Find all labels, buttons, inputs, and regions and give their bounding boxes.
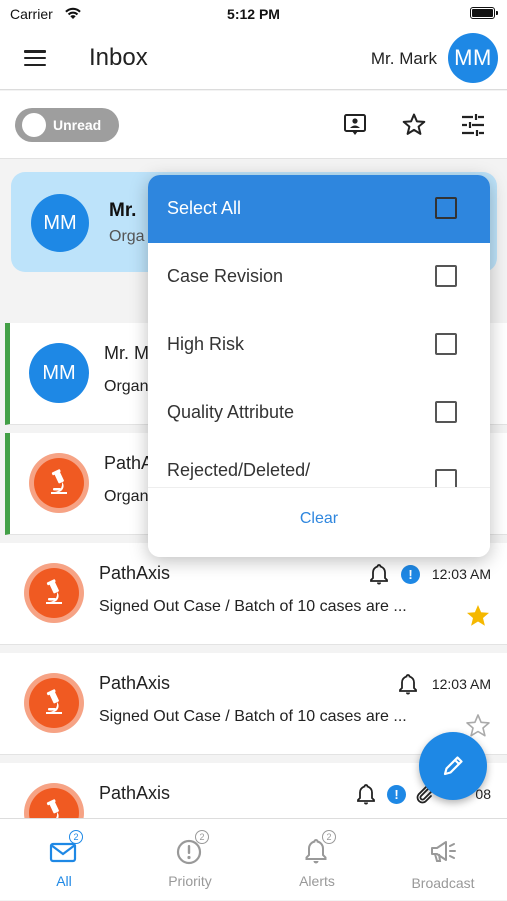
status-bar: Carrier 5:12 PM xyxy=(0,0,507,30)
checkbox[interactable] xyxy=(435,333,457,355)
menu-item-rejected-deleted[interactable]: Rejected/Deleted/ xyxy=(148,447,490,487)
tab-broadcast[interactable]: Broadcast xyxy=(380,819,506,901)
tab-label: All xyxy=(56,873,72,889)
tab-label: Broadcast xyxy=(411,875,475,891)
battery-icon xyxy=(470,7,498,19)
menu-item-label: Select All xyxy=(167,198,242,218)
tab-alerts[interactable]: 2 Alerts xyxy=(254,819,380,901)
avatar: MM xyxy=(31,194,89,252)
sender-name: PathAxis xyxy=(99,673,171,693)
sender-name: PathAxis xyxy=(99,783,171,803)
checkbox[interactable] xyxy=(435,401,457,423)
menu-icon[interactable] xyxy=(24,50,46,67)
alert-badge: ! xyxy=(387,785,406,804)
contact-card-icon[interactable] xyxy=(341,111,369,139)
sender-name: Mr. M xyxy=(104,343,149,363)
toggle-label: Unread xyxy=(53,117,102,133)
menu-item-case-revision[interactable]: Case Revision xyxy=(148,243,490,311)
clear-button[interactable]: Clear xyxy=(148,510,490,528)
message-time: 12:03 AM xyxy=(431,676,491,692)
avatar: MM xyxy=(29,343,89,403)
checkbox[interactable] xyxy=(435,265,457,287)
tab-all[interactable]: 2 All xyxy=(1,819,127,901)
menu-item-select-all[interactable]: Select All xyxy=(148,175,490,243)
checkbox[interactable] xyxy=(435,469,457,487)
lab-icon xyxy=(24,563,84,623)
tab-label: Alerts xyxy=(299,873,335,889)
avatar[interactable]: MM xyxy=(448,33,498,83)
megaphone-icon xyxy=(427,835,459,867)
menu-item-label: Rejected/Deleted/ xyxy=(167,460,311,480)
sender-name: PathA xyxy=(104,453,154,473)
message-preview: Signed Out Case / Batch of 10 cases are … xyxy=(99,708,407,725)
menu-item-label: Case Revision xyxy=(167,266,284,286)
lab-icon xyxy=(24,783,84,818)
tab-badge: 2 xyxy=(322,830,336,844)
star-filled-icon[interactable] xyxy=(465,603,491,629)
tab-priority[interactable]: 2 Priority xyxy=(127,819,253,901)
tab-badge: 2 xyxy=(69,830,83,844)
sender-name: Mr. xyxy=(109,200,137,221)
star-outline-icon[interactable] xyxy=(400,111,428,139)
unread-toggle[interactable]: Unread xyxy=(15,108,119,142)
user-name: Mr. Mark xyxy=(370,49,437,68)
menu-item-high-risk[interactable]: High Risk xyxy=(148,311,490,379)
filter-menu-footer: Clear xyxy=(148,487,490,557)
lab-icon xyxy=(29,453,89,513)
pencil-icon xyxy=(443,756,463,776)
toggle-knob xyxy=(22,113,46,137)
tab-label: Priority xyxy=(168,873,212,889)
filter-sliders-icon[interactable] xyxy=(459,111,487,139)
compose-button[interactable] xyxy=(419,732,487,800)
lab-icon xyxy=(24,673,84,733)
menu-item-quality-attribute[interactable]: Quality Attribute xyxy=(148,379,490,447)
sender-name: PathAxis xyxy=(99,563,171,583)
message-subtitle: Orga xyxy=(109,228,145,245)
message-preview: Signed Out Case / Batch of 10 cases are … xyxy=(99,598,407,615)
menu-item-label: High Risk xyxy=(167,334,245,354)
menu-item-label: Quality Attribute xyxy=(167,402,295,422)
checkbox[interactable] xyxy=(435,197,457,219)
filter-menu: Select All Case Revision High Risk Quali… xyxy=(148,175,490,557)
bell-icon xyxy=(398,673,418,695)
bottom-tab-bar: 2 All 2 Priority 2 Alerts Broadcast xyxy=(0,818,507,900)
list-item[interactable]: PathAxis ! 12:03 AM Signed Out Case / Ba… xyxy=(0,543,507,645)
message-preview: Organ xyxy=(104,488,149,505)
bell-icon xyxy=(356,783,376,805)
message-time: 12:03 AM xyxy=(431,566,491,582)
page-title: Inbox xyxy=(89,44,148,71)
toolbar: Unread xyxy=(0,91,507,159)
app-header: Inbox Mr. Mark MM xyxy=(0,30,507,90)
alert-badge: ! xyxy=(401,565,420,584)
message-preview: Organ xyxy=(104,378,149,395)
filter-menu-list[interactable]: Select All Case Revision High Risk Quali… xyxy=(148,175,490,487)
tab-badge: 2 xyxy=(195,830,209,844)
status-time: 5:12 PM xyxy=(227,6,280,22)
bell-icon xyxy=(369,563,389,585)
